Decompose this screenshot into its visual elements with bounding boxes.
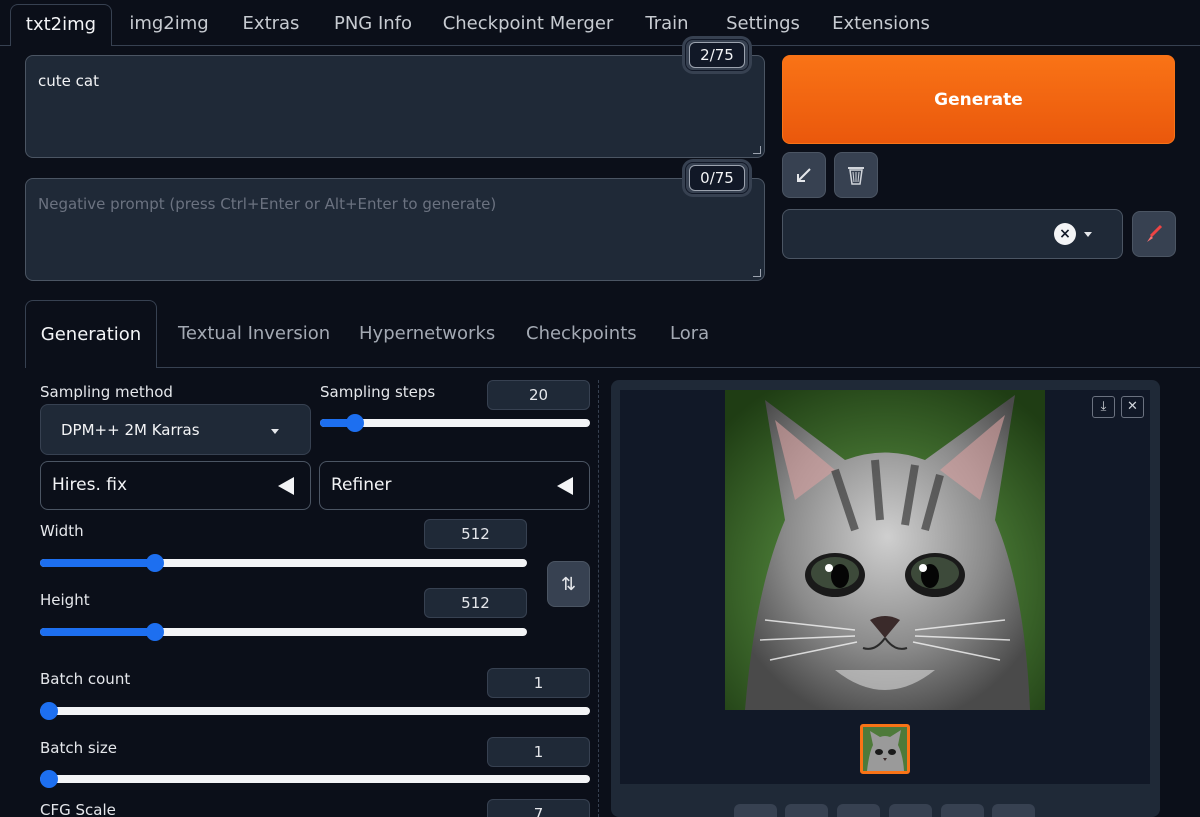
cat-thumbnail-icon	[863, 727, 907, 771]
prompt-field-container	[25, 55, 765, 158]
collapse-triangle-icon	[278, 477, 294, 495]
prompt-input[interactable]	[26, 56, 764, 157]
slider-thumb[interactable]	[145, 623, 164, 641]
send-to-inpaint-button[interactable]	[941, 804, 984, 817]
tab-lora[interactable]: Lora	[670, 300, 709, 368]
tab-png-info[interactable]: PNG Info	[326, 4, 420, 46]
batch-size-slider[interactable]	[40, 770, 590, 788]
refiner-accordion[interactable]: Refiner	[319, 461, 590, 510]
swap-arrows-icon: ⇅	[560, 573, 577, 595]
slider-fill	[40, 628, 155, 636]
batch-size-input[interactable]: 1	[487, 737, 590, 767]
batch-count-input[interactable]: 1	[487, 668, 590, 698]
chevron-down-icon	[1084, 232, 1092, 237]
slider-thumb[interactable]	[40, 702, 58, 720]
height-label: Height	[40, 591, 90, 609]
batch-count-slider[interactable]	[40, 702, 590, 720]
close-icon[interactable]: ✕	[1121, 396, 1144, 418]
sampling-steps-input[interactable]: 20	[487, 380, 590, 410]
trash-icon	[848, 167, 864, 185]
arrow-diagonal-icon	[797, 168, 811, 182]
paintbrush-icon	[1147, 224, 1163, 242]
sampling-method-label: Sampling method	[40, 383, 173, 401]
read-params-button[interactable]	[782, 152, 826, 198]
sampling-method-value: DPM++ 2M Karras	[61, 421, 200, 439]
cfg-scale-input[interactable]: 7	[487, 799, 590, 817]
generated-image[interactable]	[725, 390, 1045, 710]
clear-prompt-button[interactable]	[834, 152, 878, 198]
main-tab-bar: txt2img img2img Extras PNG Info Checkpoi…	[0, 0, 1200, 48]
download-icon[interactable]: ⤓	[1092, 396, 1115, 418]
save-button[interactable]	[785, 804, 828, 817]
tab-img2img[interactable]: img2img	[120, 4, 218, 46]
collapse-triangle-icon	[557, 477, 573, 495]
sampling-steps-slider[interactable]	[320, 414, 590, 432]
tab-checkpoints[interactable]: Checkpoints	[526, 300, 637, 368]
hires-fix-label: Hires. fix	[52, 475, 128, 495]
gallery-thumbnail[interactable]	[860, 724, 910, 774]
tab-textual-inversion[interactable]: Textual Inversion	[178, 300, 330, 368]
chevron-down-icon	[271, 429, 279, 434]
clear-styles-icon[interactable]: ×	[1054, 223, 1076, 245]
tab-generation[interactable]: Generation	[25, 300, 157, 368]
slider-thumb[interactable]	[145, 554, 164, 572]
batch-count-label: Batch count	[40, 670, 131, 688]
tab-txt2img[interactable]: txt2img	[10, 4, 112, 46]
edit-styles-button[interactable]	[1132, 211, 1176, 257]
negative-prompt-field-container	[25, 178, 765, 281]
tab-extras[interactable]: Extras	[232, 4, 310, 46]
generate-button[interactable]: Generate	[782, 55, 1175, 144]
slider-thumb[interactable]	[346, 414, 365, 432]
tab-checkpoint-merger[interactable]: Checkpoint Merger	[440, 4, 616, 46]
resize-grip-icon[interactable]	[753, 146, 761, 154]
prompt-token-counter: 2/75	[685, 39, 749, 71]
width-label: Width	[40, 522, 84, 540]
tab-extensions[interactable]: Extensions	[826, 4, 936, 46]
height-input[interactable]: 512	[424, 588, 527, 618]
hires-fix-accordion[interactable]: Hires. fix	[40, 461, 311, 510]
slider-thumb[interactable]	[40, 770, 58, 788]
negative-prompt-input[interactable]	[26, 179, 764, 280]
negative-token-count: 0/75	[689, 165, 745, 191]
send-to-extras-button[interactable]	[992, 804, 1035, 817]
column-divider	[598, 380, 599, 817]
width-input[interactable]: 512	[424, 519, 527, 549]
styles-dropdown[interactable]: ×	[782, 209, 1123, 259]
sampling-method-select[interactable]: DPM++ 2M Karras	[40, 404, 311, 455]
prompt-token-count: 2/75	[689, 42, 745, 68]
width-slider[interactable]	[40, 554, 527, 572]
cat-image-icon	[725, 390, 1045, 710]
slider-fill	[40, 559, 155, 567]
send-to-img2img-button[interactable]	[889, 804, 932, 817]
height-slider[interactable]	[40, 623, 527, 641]
open-folder-button[interactable]	[734, 804, 777, 817]
batch-size-label: Batch size	[40, 739, 117, 757]
negative-token-counter: 0/75	[685, 162, 749, 194]
swap-dimensions-button[interactable]: ⇅	[547, 561, 590, 607]
sampling-steps-label: Sampling steps	[320, 383, 436, 401]
refiner-label: Refiner	[331, 475, 392, 495]
cfg-scale-label: CFG Scale	[40, 801, 116, 817]
tab-hypernetworks[interactable]: Hypernetworks	[359, 300, 495, 368]
zip-button[interactable]	[837, 804, 880, 817]
resize-grip-icon[interactable]	[753, 269, 761, 277]
